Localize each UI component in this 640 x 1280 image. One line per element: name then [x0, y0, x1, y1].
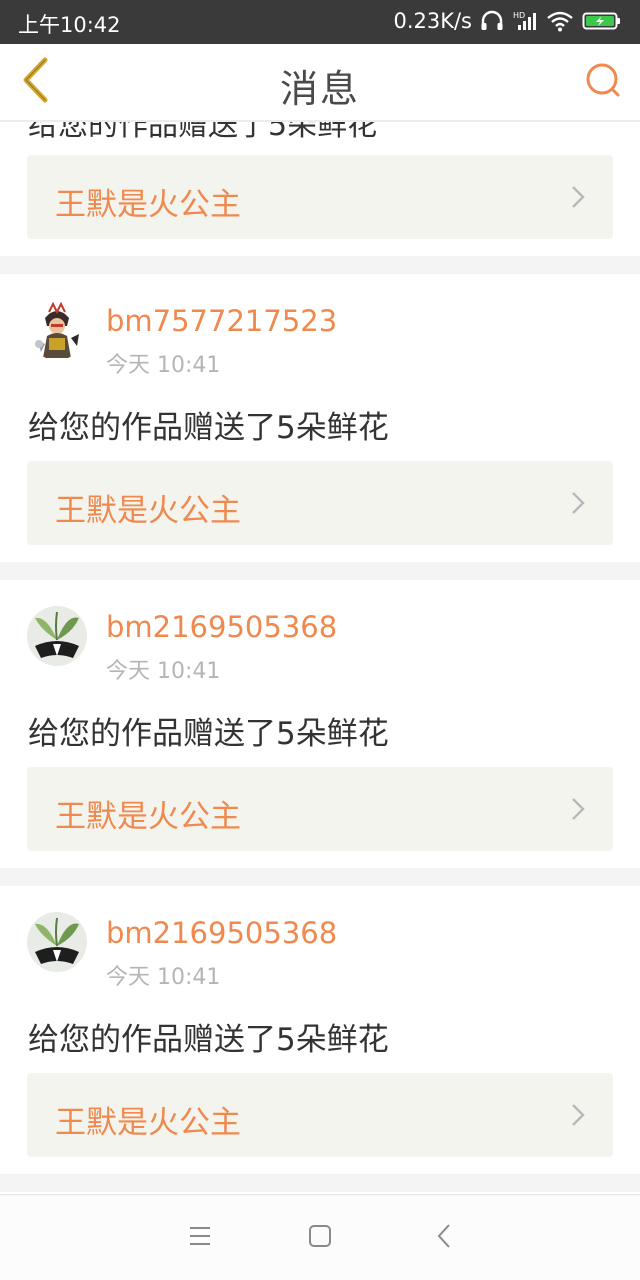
avatar[interactable] — [27, 606, 87, 666]
chevron-right-icon — [571, 797, 585, 825]
notification-message: 给您的作品赠送了5朵鲜花 — [28, 716, 389, 752]
timestamp: 今天 10:41 — [106, 353, 221, 378]
search-icon — [583, 61, 623, 105]
chevron-right-icon — [571, 1103, 585, 1131]
message-feed[interactable]: 给您的作品赠送了5朵鲜花 王默是火公主 bm7577217523 今天 10:4… — [0, 122, 640, 1194]
status-icons: 0.23K/s HD — [393, 9, 622, 33]
menu-button[interactable] — [180, 1221, 220, 1255]
timestamp: 今天 10:41 — [106, 965, 221, 990]
headphones-icon — [480, 10, 504, 32]
work-link[interactable]: 王默是火公主 — [27, 155, 613, 239]
system-back-button[interactable] — [424, 1221, 464, 1255]
timestamp: 今天 10:41 — [106, 659, 221, 684]
work-title: 王默是火公主 — [55, 1105, 241, 1141]
home-button[interactable] — [300, 1221, 340, 1255]
work-title: 王默是火公主 — [55, 799, 241, 835]
notification-message: 给您的作品赠送了5朵鲜花 — [28, 410, 389, 446]
username[interactable]: bm7577217523 — [106, 304, 337, 338]
battery-icon — [582, 10, 622, 32]
home-icon — [308, 1224, 332, 1252]
network-speed: 0.23K/s — [393, 9, 472, 33]
notification-message: 给您的作品赠送了5朵鲜花 — [28, 1022, 389, 1058]
avatar[interactable] — [27, 300, 87, 360]
work-link[interactable]: 王默是火公主 — [27, 1073, 613, 1157]
header: 消息 — [0, 44, 640, 122]
avatar[interactable] — [27, 912, 87, 972]
status-bar: 上午10:42 0.23K/s HD — [0, 0, 640, 44]
notification-card: bm2169505368 今天 10:41 给您的作品赠送了5朵鲜花 王默是火公… — [0, 886, 640, 1174]
chevron-right-icon — [571, 491, 585, 519]
status-time: 上午10:42 — [18, 13, 121, 37]
chevron-right-icon — [571, 185, 585, 213]
back-icon — [436, 1223, 452, 1253]
search-button[interactable] — [578, 58, 628, 108]
notification-message: 给您的作品赠送了5朵鲜花 — [28, 122, 378, 143]
notification-card: bm2169505368 今天 10:41 给您的作品赠送了5朵鲜花 王默是火公… — [0, 580, 640, 868]
username[interactable]: bm2169505368 — [106, 610, 337, 644]
work-title: 王默是火公主 — [55, 187, 241, 223]
work-link[interactable]: 王默是火公主 — [27, 767, 613, 851]
svg-text:HD: HD — [513, 11, 525, 20]
work-title: 王默是火公主 — [55, 493, 241, 529]
menu-icon — [188, 1225, 212, 1251]
username[interactable]: bm2169505368 — [106, 916, 337, 950]
wifi-icon — [546, 10, 574, 32]
notification-card: 给您的作品赠送了5朵鲜花 王默是火公主 — [0, 122, 640, 256]
notification-card: bm7577217523 今天 10:41 给您的作品赠送了5朵鲜花 王默是火公… — [0, 274, 640, 562]
system-nav-bar — [0, 1194, 640, 1280]
work-link[interactable]: 王默是火公主 — [27, 461, 613, 545]
page-title: 消息 — [279, 67, 360, 111]
signal-icon: HD — [512, 10, 538, 32]
